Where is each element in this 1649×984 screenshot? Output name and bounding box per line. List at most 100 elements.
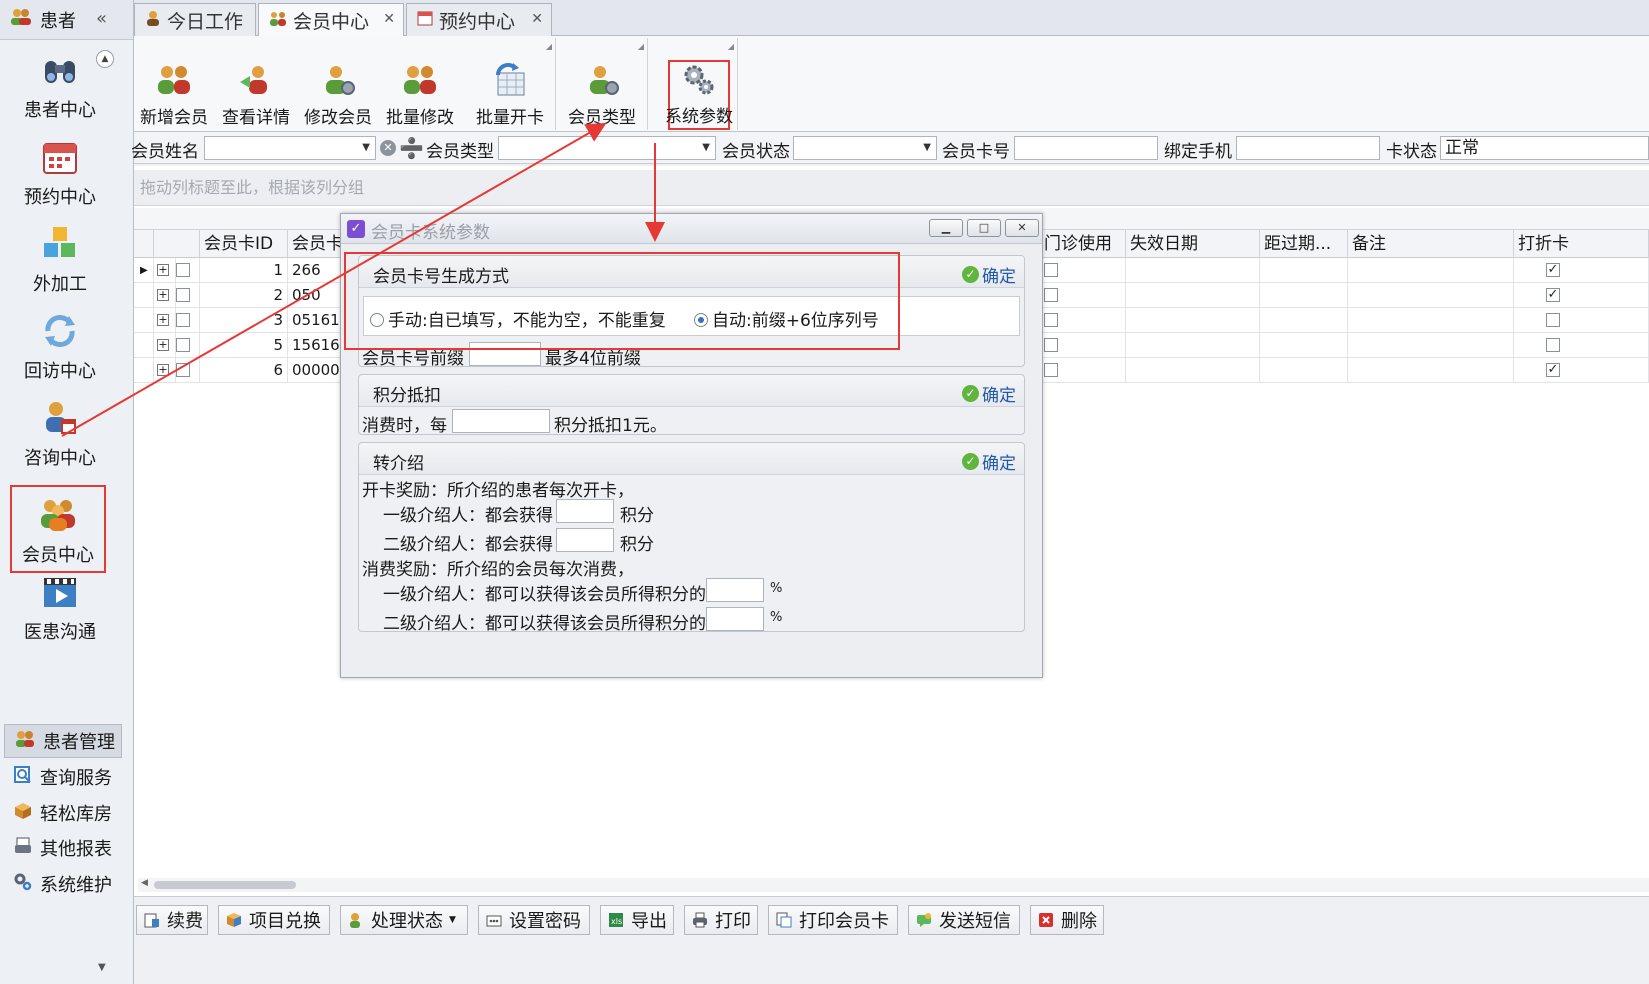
dialog-titlebar[interactable]: ✓ 会员卡系统参数 ▁ □ ✕ bbox=[341, 214, 1042, 244]
expand-row-button[interactable]: + bbox=[154, 333, 176, 358]
scroll-down-icon[interactable]: ▼ bbox=[98, 962, 106, 973]
discount-card-checkbox[interactable]: ✓ bbox=[1514, 283, 1649, 308]
discount-card-checkbox[interactable]: ✓ bbox=[1514, 358, 1649, 383]
close-tab-icon[interactable]: ✕ bbox=[531, 11, 543, 27]
tab-appointment-center[interactable]: 预约中心 ✕ bbox=[406, 3, 552, 36]
prefix-input[interactable] bbox=[469, 342, 541, 366]
renew-button[interactable]: 续费 bbox=[136, 905, 208, 935]
nav-patient-management[interactable]: 患者管理 bbox=[4, 724, 122, 758]
system-params-button[interactable]: 系统参数 bbox=[665, 60, 733, 130]
card-number-input[interactable] bbox=[1014, 136, 1158, 160]
nav-item-consult-center[interactable]: 咨询中心 bbox=[12, 388, 108, 474]
row-select-checkbox[interactable] bbox=[176, 283, 200, 308]
item-exchange-button[interactable]: 项目兑换 bbox=[218, 905, 330, 935]
query-icon bbox=[14, 765, 32, 789]
confirm-button[interactable]: ✓ 确定 bbox=[962, 381, 1016, 406]
view-details-button[interactable]: 查看详情 bbox=[216, 62, 296, 128]
level1-points-input[interactable] bbox=[556, 499, 614, 523]
row-select-checkbox[interactable] bbox=[176, 258, 200, 283]
split-icon[interactable]: ➗ bbox=[399, 136, 424, 160]
confirm-button[interactable]: ✓ 确定 bbox=[962, 449, 1016, 474]
column-header-card[interactable]: 会员卡 bbox=[288, 230, 344, 258]
column-header-clinic-use[interactable]: 门诊使用 bbox=[1040, 230, 1126, 258]
nav-item-appointment-center[interactable]: 预约中心 bbox=[12, 127, 108, 213]
row-select-checkbox[interactable] bbox=[176, 308, 200, 333]
bound-phone-input[interactable] bbox=[1236, 136, 1380, 160]
clinic-use-checkbox[interactable] bbox=[1040, 258, 1126, 283]
expand-row-button[interactable]: + bbox=[154, 258, 176, 283]
expand-row-button[interactable]: + bbox=[154, 358, 176, 383]
expand-row-button[interactable]: + bbox=[154, 283, 176, 308]
member-type-button[interactable]: 会员类型 bbox=[562, 62, 642, 128]
password-icon bbox=[485, 911, 503, 929]
tab-member-center[interactable]: 会员中心 ✕ bbox=[258, 3, 404, 37]
process-status-dropdown[interactable]: 处理状态 ▼ bbox=[340, 905, 468, 935]
close-button[interactable]: ✕ bbox=[1005, 219, 1039, 237]
nav-item-outsourcing[interactable]: 外加工 bbox=[12, 214, 108, 300]
delete-button[interactable]: 删除 bbox=[1030, 905, 1104, 935]
auto-mode-radio[interactable]: 自动:前缀+6位序列号 bbox=[694, 306, 879, 331]
level1-percent-input[interactable] bbox=[706, 578, 764, 602]
export-button[interactable]: xls 导出 bbox=[600, 905, 674, 935]
add-member-button[interactable]: 新增会员 bbox=[134, 62, 214, 128]
points-per-yuan-input[interactable] bbox=[452, 409, 550, 433]
expand-row-button[interactable]: + bbox=[154, 308, 176, 333]
tab-today-work[interactable]: 今日工作 bbox=[134, 3, 256, 36]
nav-other-reports[interactable]: 其他报表 bbox=[4, 831, 122, 865]
discount-card-checkbox[interactable] bbox=[1514, 308, 1649, 333]
send-sms-button[interactable]: 发送短信 bbox=[908, 905, 1020, 935]
manual-mode-radio[interactable]: 手动:自已填写，不能为空，不能重复 bbox=[370, 306, 666, 331]
column-header-remark[interactable]: 备注 bbox=[1348, 230, 1514, 258]
row-indicator bbox=[134, 308, 154, 333]
batch-open-card-button[interactable]: 批量开卡 bbox=[470, 62, 550, 128]
button-label: 删除 bbox=[1061, 911, 1097, 932]
consume-reward-text: 消费奖励：所介绍的会员每次消费， bbox=[362, 560, 634, 580]
nav-item-member-center[interactable]: 会员中心 bbox=[10, 485, 106, 573]
print-button[interactable]: 打印 bbox=[684, 905, 758, 935]
clear-icon[interactable]: ✕ bbox=[380, 140, 396, 156]
discount-card-checkbox[interactable] bbox=[1514, 333, 1649, 358]
nav-warehouse[interactable]: 轻松库房 bbox=[4, 796, 122, 830]
scroll-left-icon[interactable]: ◀ bbox=[141, 878, 148, 888]
column-header-discount-card[interactable]: 打折卡 bbox=[1514, 230, 1649, 258]
card-number-label: 会员卡号 bbox=[942, 142, 1010, 162]
confirm-button[interactable]: ✓ 确定 bbox=[962, 262, 1016, 287]
minimize-button[interactable]: ▁ bbox=[929, 219, 963, 237]
collapse-sidebar-icon[interactable]: « bbox=[96, 8, 107, 29]
nav-system-maintenance[interactable]: 系统维护 bbox=[4, 867, 122, 901]
scrollbar-thumb[interactable] bbox=[154, 881, 296, 889]
group-launcher-icon[interactable]: ◢ bbox=[546, 42, 552, 51]
nav-item-patient-center[interactable]: 患者中心 bbox=[12, 40, 108, 126]
member-status-combo[interactable]: ▼ bbox=[793, 136, 937, 160]
close-tab-icon[interactable]: ✕ bbox=[383, 11, 395, 27]
edit-member-button[interactable]: 修改会员 bbox=[298, 62, 378, 128]
maximize-button[interactable]: □ bbox=[967, 219, 1001, 237]
level2-points-input[interactable] bbox=[556, 528, 614, 552]
card-status-combo[interactable]: 正常 bbox=[1440, 136, 1649, 160]
clinic-use-checkbox[interactable] bbox=[1040, 308, 1126, 333]
column-header-days-to-expire[interactable]: 距过期... bbox=[1260, 230, 1348, 258]
column-header-expiry-date[interactable]: 失效日期 bbox=[1126, 230, 1260, 258]
nav-query-service[interactable]: 查询服务 bbox=[4, 760, 122, 794]
clinic-use-checkbox[interactable] bbox=[1040, 358, 1126, 383]
cell-card: 266 bbox=[288, 258, 344, 283]
print-member-card-button[interactable]: 打印会员卡 bbox=[768, 905, 898, 935]
discount-card-checkbox[interactable]: ✓ bbox=[1514, 258, 1649, 283]
nav-item-follow-up[interactable]: 回访中心 bbox=[12, 301, 108, 387]
clinic-use-checkbox[interactable] bbox=[1040, 333, 1126, 358]
group-by-panel[interactable]: 拖动列标题至此，根据该列分组 bbox=[134, 170, 1649, 206]
nav-item-doctor-patient[interactable]: 医患沟通 bbox=[12, 562, 108, 648]
set-password-button[interactable]: 设置密码 bbox=[478, 905, 590, 935]
level2-percent-input[interactable] bbox=[706, 607, 764, 631]
horizontal-scrollbar[interactable]: ◀ bbox=[138, 878, 1649, 892]
row-select-checkbox[interactable] bbox=[176, 333, 200, 358]
column-header-card-id[interactable]: 会员卡ID bbox=[200, 230, 288, 258]
batch-edit-button[interactable]: 批量修改 bbox=[380, 62, 460, 128]
row-select-checkbox[interactable] bbox=[176, 358, 200, 383]
member-name-combo[interactable]: ▼ bbox=[204, 136, 376, 160]
clinic-use-checkbox[interactable] bbox=[1040, 283, 1126, 308]
group-launcher-icon[interactable]: ◢ bbox=[728, 42, 734, 51]
member-type-combo[interactable]: ▼ bbox=[498, 136, 716, 160]
member-type-label: 会员类型 bbox=[426, 142, 494, 162]
group-launcher-icon[interactable]: ◢ bbox=[638, 42, 644, 51]
